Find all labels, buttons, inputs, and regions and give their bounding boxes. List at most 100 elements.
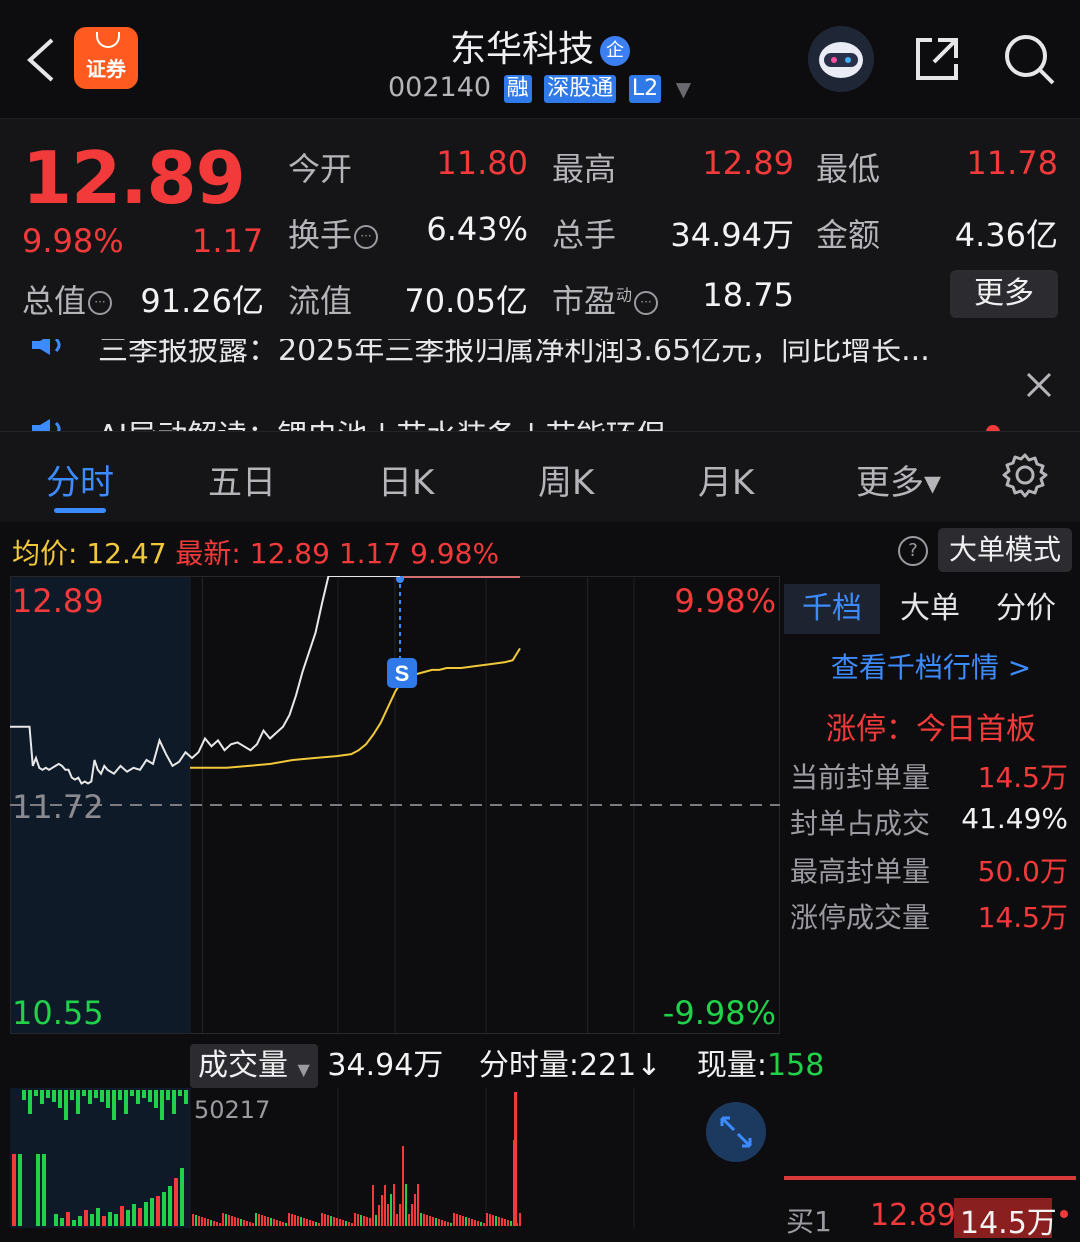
amount-value: 4.36亿 <box>954 216 1058 254</box>
axis-top-pct: 9.98% <box>674 582 776 620</box>
axis-top-price: 12.89 <box>12 582 104 620</box>
view-thousand-level-link[interactable]: 查看千档行情 > <box>782 646 1080 686</box>
volume-bar <box>474 1220 476 1226</box>
share-icon[interactable] <box>912 34 962 84</box>
volume-bar <box>70 1090 74 1100</box>
ai-robot-icon[interactable] <box>808 26 874 92</box>
volume-bar <box>438 1219 440 1226</box>
volume-bar <box>160 1090 164 1120</box>
tab-monthly-k[interactable]: 月K <box>698 455 754 504</box>
volume-bar <box>100 1090 104 1102</box>
seal-stat-label: 最高封单量 <box>790 855 931 888</box>
volume-bar <box>411 1204 413 1226</box>
volume-bar <box>12 1154 16 1226</box>
volume-bar <box>381 1195 383 1226</box>
chevron-down-icon: ▼ <box>297 1060 310 1079</box>
high-value: 12.89 <box>702 144 794 182</box>
volume-bar <box>130 1090 134 1096</box>
volume-bar <box>150 1198 154 1226</box>
volume-bar <box>246 1221 248 1226</box>
volume-bar <box>108 1212 112 1226</box>
change-percent: 9.98% <box>22 222 124 260</box>
back-arrow-icon[interactable] <box>22 36 62 84</box>
volume-bar <box>468 1218 470 1226</box>
volume-bar <box>495 1216 497 1226</box>
volume-chart: 50217 <box>10 1088 635 1228</box>
tab-thousand-level[interactable]: 千档 <box>784 584 880 634</box>
close-icon[interactable] <box>1022 368 1056 402</box>
axis-bottom-pct: -9.98% <box>663 994 776 1032</box>
volume-bar <box>40 1090 44 1104</box>
tab-big-order[interactable]: 大单 <box>882 584 978 634</box>
tab-price-dist[interactable]: 分价 <box>978 584 1074 634</box>
volume-bar <box>471 1219 473 1226</box>
search-icon[interactable] <box>1002 32 1056 86</box>
news-item-ai[interactable]: AI异动解读：锂电池 | 节水装备 | 节能环保 <box>98 411 666 431</box>
volume-bar <box>480 1222 482 1226</box>
dropdown-caret-icon[interactable]: ▼ <box>676 77 691 101</box>
seal-stat-value: 14.5万 <box>977 761 1068 794</box>
latest-percent: 9.98% <box>410 537 500 570</box>
volume-bar <box>201 1217 203 1226</box>
info-icon[interactable]: ··· <box>634 291 659 315</box>
pe-label[interactable]: 市盈动 ··· <box>552 276 659 322</box>
expand-icon[interactable] <box>706 1102 766 1162</box>
volume-bar <box>88 1090 92 1104</box>
volume-bar <box>366 1217 368 1226</box>
volume-bar <box>345 1221 347 1226</box>
info-icon[interactable]: ··· <box>88 291 113 315</box>
float-cap-value: 70.05亿 <box>404 282 528 320</box>
big-order-mode-button[interactable]: 大单模式 <box>938 528 1072 572</box>
volume-bar <box>315 1222 317 1226</box>
volume-total: 34.94万 <box>327 1048 444 1083</box>
volume-bar <box>324 1214 326 1226</box>
volume-bar <box>195 1215 197 1226</box>
volume-bar <box>178 1090 182 1096</box>
volume-bar <box>64 1090 68 1120</box>
change-amount: 1.17 <box>192 222 264 260</box>
volume-bar <box>420 1213 422 1226</box>
info-icon[interactable]: ··· <box>354 225 379 249</box>
news-ticker[interactable]: 三季报披露：2025年三季报归属净利润3.65亿元，同比增长... AI异动解读… <box>0 339 1080 431</box>
volume-bar <box>106 1090 110 1108</box>
stock-code-row[interactable]: 002140 融 深股通 L2 ▼ <box>388 72 691 106</box>
volume-bar <box>459 1215 461 1226</box>
volume-bar <box>387 1204 389 1226</box>
help-icon[interactable]: ? <box>898 536 928 566</box>
volume-bar <box>142 1090 146 1098</box>
tab-intraday[interactable]: 分时 <box>46 455 114 504</box>
volume-bar <box>76 1090 80 1114</box>
tab-weekly-k[interactable]: 周K <box>538 455 594 504</box>
tab-five-day[interactable]: 五日 <box>208 455 276 504</box>
volume-bar <box>231 1216 233 1226</box>
volume-bar <box>354 1213 356 1226</box>
volume-bar <box>342 1220 344 1226</box>
intraday-price-chart[interactable]: S 12.89 11.72 10.55 9.98% -9.98% <box>10 576 780 1034</box>
volume-bar <box>456 1214 458 1226</box>
current-price: 12.89 <box>22 136 246 220</box>
app-logo[interactable]: 证券 <box>74 27 138 89</box>
volume-bar <box>52 1090 56 1102</box>
volume-bar <box>90 1214 94 1226</box>
tab-more[interactable]: 更多▾ <box>856 455 941 504</box>
speaker-icon <box>32 339 61 355</box>
level2-tag: L2 <box>628 74 662 103</box>
market-cap-label[interactable]: 总值 ··· <box>22 276 113 322</box>
volume-bar <box>510 1221 512 1226</box>
volume-bar <box>417 1184 419 1226</box>
news-item-earnings[interactable]: 三季报披露：2025年三季报归属净利润3.65亿元，同比增长... <box>98 339 930 369</box>
volume-bar <box>261 1215 263 1226</box>
turnover-label[interactable]: 换手 ··· <box>288 210 379 256</box>
tab-daily-k[interactable]: 日K <box>378 455 434 504</box>
shenzhen-connect-tag: 深股通 <box>544 74 617 103</box>
volume-bar <box>339 1219 341 1226</box>
gear-icon[interactable] <box>1002 452 1048 498</box>
volume-bar <box>132 1204 136 1226</box>
volume-bar <box>276 1220 278 1226</box>
volume-bar <box>486 1213 488 1226</box>
volume-bar <box>258 1214 260 1226</box>
more-button[interactable]: 更多 <box>950 270 1058 318</box>
volume-bar <box>429 1216 431 1226</box>
volume-bar <box>243 1220 245 1226</box>
volume-indicator-dropdown[interactable]: 成交量 ▼ <box>190 1044 318 1088</box>
